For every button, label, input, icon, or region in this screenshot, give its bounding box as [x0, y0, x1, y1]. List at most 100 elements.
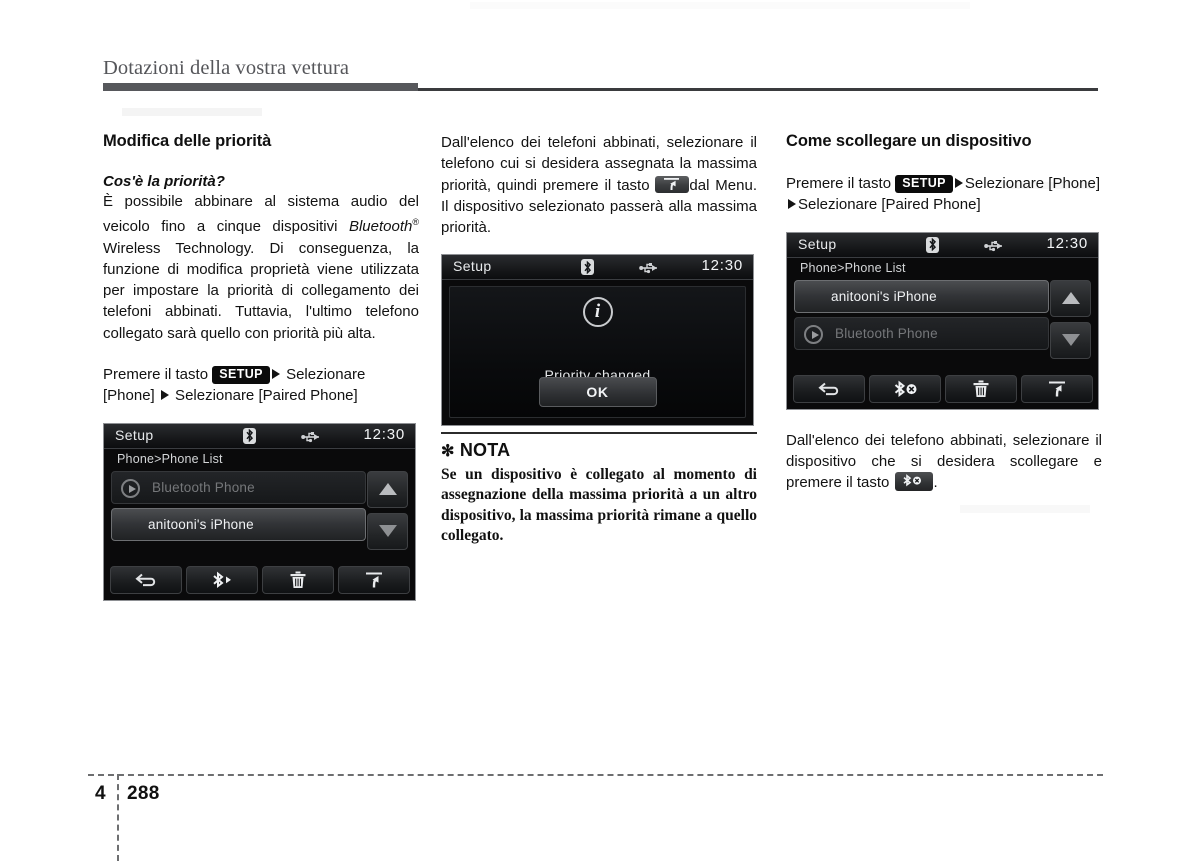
scan-artifact-top	[470, 2, 970, 9]
status-bar: Setup 12:30	[104, 423, 415, 449]
scroll-up-button[interactable]	[367, 470, 408, 508]
paragraph-disconnect-instruction: Dall'elenco dei telefono abbinati, selez…	[786, 430, 1102, 494]
info-icon: i	[582, 297, 613, 328]
priority-up-icon	[366, 572, 382, 588]
chevron-right-icon-2	[160, 390, 169, 401]
delete-button[interactable]	[945, 374, 1017, 403]
footer-divider-vertical	[117, 774, 119, 861]
breadcrumb: Phone>Phone List	[117, 451, 223, 466]
setup-button-badge[interactable]: SETUP	[212, 366, 270, 385]
scroll-down-button[interactable]	[367, 512, 408, 550]
back-button[interactable]	[793, 374, 865, 403]
bluetooth-disconnect-button[interactable]	[869, 374, 941, 403]
back-arrow-icon	[135, 573, 156, 586]
status-title: Setup	[453, 258, 492, 275]
bluetooth-connect-icon	[213, 571, 231, 588]
scan-artifact-a	[122, 108, 262, 116]
bluetooth-disconnect-icon	[894, 380, 917, 397]
priority-button[interactable]	[1021, 374, 1093, 403]
dialog-panel: i Priority changed OK	[449, 286, 746, 419]
bluetooth-icon	[243, 427, 256, 444]
header-rule-thin	[418, 88, 1098, 91]
scroll-up-button[interactable]	[1050, 279, 1091, 317]
instruction-path-col1: Premere il tasto SETUP Selezionare [Phon…	[103, 364, 419, 407]
chevron-right-icon	[271, 369, 280, 380]
status-bar: Setup 12:30	[787, 232, 1098, 258]
priority-up-badge[interactable]	[655, 175, 690, 193]
status-clock: 12:30	[701, 257, 743, 275]
page-number: 288	[127, 783, 160, 804]
running-header-title: Dotazioni della vostra vettura	[103, 57, 350, 79]
instruction-suffix: Selezionare [Paired Phone]	[798, 196, 981, 214]
device-list: anitooni's iPhone Bluetooth Phone	[794, 279, 1049, 354]
page-root: Dotazioni della vostra vettura Modifica …	[0, 0, 1200, 861]
list-item[interactable]: Bluetooth Phone	[111, 470, 366, 504]
status-title: Setup	[798, 235, 837, 252]
paragraph-text-a: Dall'elenco dei telefono abbinati, selez…	[786, 431, 1102, 492]
nota-text: Se un dispositivo è collegato al momento…	[441, 465, 757, 545]
setup-button-badge[interactable]: SETUP	[895, 175, 953, 193]
screenshot-priority-dialog: Setup 12:30 i Priority changed OK	[441, 254, 754, 427]
arrow-down-icon	[1061, 334, 1080, 347]
nota-divider	[441, 432, 757, 434]
usb-icon	[301, 431, 319, 442]
paragraph-assign-priority: Dall'elenco dei telefoni abbinati, selez…	[441, 132, 757, 238]
status-clock: 12:30	[1046, 234, 1088, 252]
back-arrow-icon	[818, 382, 839, 395]
instruction-prefix: Premere il tasto	[103, 366, 213, 384]
priority-button[interactable]	[338, 565, 410, 594]
asterisk-icon: ✻	[441, 442, 455, 460]
paragraph-text-b: Wireless Technology. Di conseguenza, la …	[103, 239, 419, 342]
play-icon	[121, 478, 140, 498]
status-clock: 12:30	[363, 425, 405, 443]
list-item[interactable]: anitooni's iPhone	[111, 507, 366, 541]
screen-button-bar	[793, 374, 1093, 403]
bluetooth-icon	[581, 259, 594, 276]
arrow-up-icon	[1061, 292, 1080, 305]
chevron-right-icon-2	[788, 199, 796, 210]
bluetooth-disconnect-badge[interactable]	[894, 472, 933, 492]
list-item-label: anitooni's iPhone	[831, 288, 937, 304]
scroll-down-button[interactable]	[1050, 321, 1091, 359]
device-list: Bluetooth Phone anitooni's iPhone	[111, 470, 366, 545]
section-title-disconnect: Come scollegare un dispositivo	[786, 132, 1032, 150]
list-item-label: Bluetooth Phone	[835, 325, 938, 341]
play-icon	[804, 324, 823, 344]
back-button[interactable]	[110, 565, 182, 594]
column-middle: Dall'elenco dei telefoni abbinati, selez…	[441, 132, 757, 547]
arrow-down-icon	[378, 525, 397, 538]
screenshot-phone-list-before: Setup 12:30 Phone>Phone List Bluetooth P…	[103, 422, 416, 601]
info-glyph: i	[594, 301, 601, 323]
screenshot-phone-list-after: Setup 12:30 Phone>Phone List anitooni's …	[786, 231, 1099, 410]
nota-heading-label: NOTA	[459, 439, 511, 460]
bluetooth-icon	[926, 236, 939, 253]
subsection-title: Cos'è la priorità?	[103, 173, 225, 190]
bluetooth-trademark: Bluetooth	[348, 218, 413, 236]
scroll-controls	[367, 470, 408, 555]
status-bar: Setup 12:30	[442, 255, 753, 281]
list-item-label: anitooni's iPhone	[148, 516, 254, 532]
instruction-middle: Selezionare [Phone]	[964, 175, 1101, 192]
column-left: Modifica delle priorità Cos'è la priorit…	[103, 132, 419, 601]
breadcrumb: Phone>Phone List	[800, 260, 906, 275]
ok-button[interactable]: OK	[538, 377, 657, 408]
delete-button[interactable]	[262, 565, 334, 594]
status-title: Setup	[115, 426, 154, 443]
usb-icon	[984, 240, 1002, 251]
nota-heading: ✻ NOTA	[441, 440, 757, 461]
list-item[interactable]: anitooni's iPhone	[794, 279, 1049, 313]
registered-mark-icon: ®	[412, 217, 419, 228]
priority-up-icon	[1049, 381, 1065, 397]
chapter-number: 4	[95, 783, 106, 804]
list-item[interactable]: Bluetooth Phone	[794, 316, 1049, 350]
column-right: Come scollegare un dispositivo Premere i…	[786, 132, 1102, 493]
trash-icon	[290, 571, 306, 588]
paragraph-priority-explanation: È possibile abbinare al sistema audio de…	[103, 191, 419, 344]
footer-divider-horizontal	[88, 774, 1103, 776]
header-rule-thick	[103, 83, 418, 91]
chevron-right-icon	[954, 178, 963, 188]
trash-icon	[973, 380, 989, 397]
bluetooth-connect-button[interactable]	[186, 565, 258, 594]
scan-artifact-c	[960, 505, 1090, 513]
instruction-prefix: Premere il tasto	[786, 175, 896, 192]
